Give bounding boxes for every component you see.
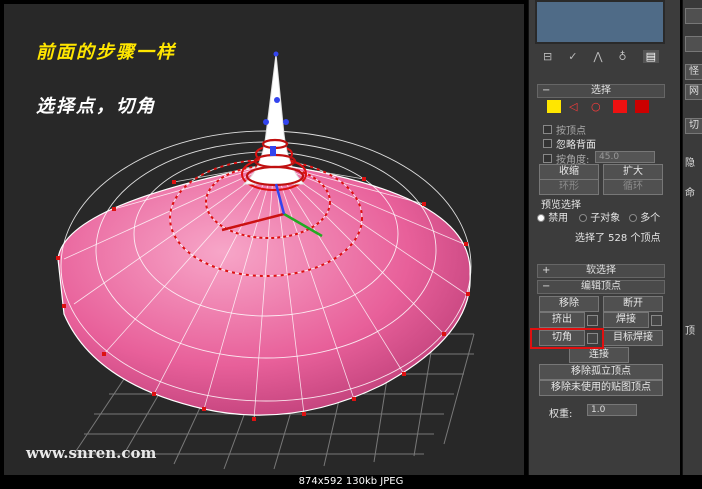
loop-button[interactable]: 循环 [603,179,663,195]
strip-item-0[interactable]: 怪 [685,64,702,80]
weight-label: 权重: [549,409,573,420]
ignore-backfacing-checkbox[interactable]: 忽略背面 [543,136,596,151]
grow-button[interactable]: 扩大 [603,164,663,180]
strip-item-2[interactable]: 切 [685,118,702,134]
shrink-button[interactable]: 收缩 [539,164,599,180]
strip-item-4: 命 [685,188,695,199]
strip-item-1[interactable]: 网 [685,84,702,100]
modifier-stack-tools: ⊟ ✓ ⋀ ♁ ▤ [537,48,665,64]
preview-disabled-radio[interactable]: 禁用 [537,209,568,224]
remove-button[interactable]: 移除 [539,296,599,312]
preview-multi-radio[interactable]: 多个 [629,209,660,224]
preview-subobject-radio[interactable]: 子对象 [579,209,620,224]
checkbox-box [543,139,552,148]
viewport[interactable]: 前面的步骤一样 选择点，切角 www.snren.com [4,4,524,475]
cone-spire [242,53,306,185]
soft-selection-rollout-header[interactable]: + 软选择 [537,264,665,278]
selection-status: 选择了 528 个顶点 [575,233,661,244]
expand-icon: + [542,265,551,276]
polygon-mode-icon[interactable] [613,100,627,113]
show-end-result-icon[interactable]: ✓ [568,50,577,63]
target-weld-button[interactable]: 目标焊接 [603,330,663,346]
cone-mesh-render [56,51,475,470]
connect-button[interactable]: 连接 [569,347,629,363]
chamfer-highlight-box [530,328,604,349]
selection-rollout-title: 选择 [591,85,611,96]
caption-line-1: 前面的步骤一样 [36,42,176,63]
remove-modifier-icon[interactable]: ♁ [619,50,627,63]
preview-subobject-label: 子对象 [590,213,621,224]
strip-item-3: 隐 [685,158,695,169]
edit-vertices-title: 编辑顶点 [581,281,621,292]
remove-unused-map-verts-button[interactable]: 移除未使用的贴图顶点 [539,380,663,396]
by-vertex-checkbox[interactable]: 按顶点 [543,122,586,137]
border-mode-icon[interactable]: ○ [591,100,605,113]
soft-selection-title: 软选择 [586,265,616,276]
make-unique-icon[interactable]: ⋀ [593,50,602,63]
extrude-settings-icon[interactable] [587,315,598,326]
strip-button-1[interactable] [685,8,702,24]
screenshot-frame: 前面的步骤一样 选择点，切角 www.snren.com ⊟ ✓ ⋀ ♁ ▤ −… [0,0,702,489]
edit-vertices-rollout-header[interactable]: − 编辑顶点 [537,280,665,294]
ignore-backfacing-label: 忽略背面 [556,140,596,151]
radio-dot [537,214,545,222]
command-panel: ⊟ ✓ ⋀ ♁ ▤ − 选择 ◁ ○ 按顶点 忽略背面 按角度: 45.0 收缩… [528,0,680,475]
strip-item-5: 顶 [685,326,695,337]
weight-spinner[interactable]: 1.0 [587,404,637,416]
collapse-icon: − [542,281,551,292]
strip-button-2[interactable] [685,36,702,52]
collapse-icon: − [542,85,551,96]
break-button[interactable]: 断开 [603,296,663,312]
weld-button[interactable]: 焊接 [603,312,649,328]
extrude-button[interactable]: 挤出 [539,312,585,328]
edge-mode-icon[interactable]: ◁ [569,100,583,113]
element-mode-icon[interactable] [635,100,649,113]
pin-stack-icon[interactable]: ⊟ [543,50,552,63]
preview-disabled-label: 禁用 [548,213,569,224]
object-color-swatch [535,0,665,44]
by-vertex-label: 按顶点 [556,126,586,137]
image-info-bar: 874x592 130kb JPEG [0,475,702,489]
checkbox-box [543,125,552,134]
radio-dot [629,214,637,222]
selection-rollout-header[interactable]: − 选择 [537,84,665,98]
configure-sets-icon[interactable]: ▤ [642,49,659,63]
checkbox-box [543,154,552,163]
weld-settings-icon[interactable] [651,315,662,326]
vertex-mode-icon[interactable] [547,100,561,113]
remove-isolated-vertices-button[interactable]: 移除孤立顶点 [539,364,663,380]
radio-dot [579,214,587,222]
right-panel-strip: 怪 网 切 隐 命 顶 [682,0,702,475]
subobject-level-icons: ◁ ○ [547,100,649,113]
ring-button[interactable]: 环形 [539,179,599,195]
angle-spinner[interactable]: 45.0 [595,151,655,163]
watermark: www.snren.com [26,444,157,462]
caption-line-2: 选择点，切角 [36,96,156,117]
preview-multi-label: 多个 [640,213,661,224]
